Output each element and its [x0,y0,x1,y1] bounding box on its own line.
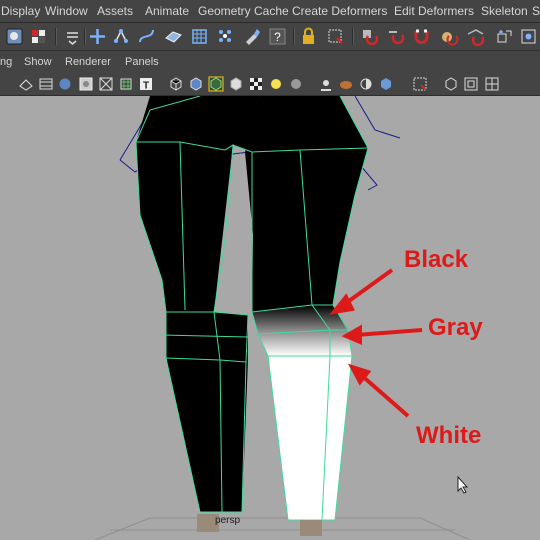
label-black: Black [404,246,469,273]
blue-cube-icon[interactable] [378,76,394,92]
wireframe-on-shaded-icon[interactable] [208,76,224,92]
left-leg-mesh [136,96,260,512]
frame-all-icon[interactable] [443,76,459,92]
menu-skeleton[interactable]: Skeleton [481,4,528,18]
half-shaded-icon[interactable] [358,76,374,92]
perspective-viewport[interactable]: Black Gray White persp [0,96,540,540]
menu-animate[interactable]: Animate [145,4,189,18]
frame-selected-icon[interactable] [463,76,479,92]
xray-icon[interactable] [98,76,114,92]
point-snap-icon[interactable] [215,26,236,47]
camera-attr-icon[interactable] [18,76,34,92]
menu-geometry-cache[interactable]: Geometry Cache [198,4,289,18]
menu-display[interactable]: Display [1,4,40,18]
wireframe-cube-icon[interactable] [168,76,184,92]
svg-text:?: ? [274,30,281,44]
menu-arrow-icon[interactable] [62,26,83,47]
menu-assets[interactable]: Assets [97,4,133,18]
shin-white-region [268,356,352,520]
layout-icon[interactable] [484,76,500,92]
curve-icon[interactable] [136,26,157,47]
menu-edit-deformers[interactable]: Edit Deformers [394,4,474,18]
render-icon[interactable] [325,26,346,47]
menu-create-deformers[interactable]: Create Deformers [292,4,387,18]
camera-name-label: persp [215,515,241,526]
resolution-gate-icon[interactable] [78,76,94,92]
snap-point-icon[interactable] [385,26,406,47]
panel-menu-panels[interactable]: Panels [125,56,159,68]
main-menubar: Display Window Assets Animate Geometry C… [0,0,540,23]
panel-menu-show[interactable]: Show [24,56,52,68]
move-icon[interactable] [87,26,108,47]
ground-grid [94,517,471,540]
help-icon[interactable]: ? [267,26,288,47]
menu-window[interactable]: Window [45,4,88,18]
text-icon[interactable]: T [138,76,154,92]
grid-display-icon[interactable] [118,76,134,92]
right-leg-mesh [245,96,368,330]
menu-skin[interactable]: S [532,4,540,18]
snap-curve-icon[interactable] [359,26,380,47]
snap-plane-icon[interactable] [465,26,486,47]
status-toolbar: ? [0,23,540,51]
ambient-occlusion-icon[interactable] [338,76,354,92]
panel-menubar: ng Show Renderer Panels [0,51,540,73]
surface-icon[interactable] [163,26,184,47]
panel-menu-renderer[interactable]: Renderer [65,56,111,68]
textured-cube-icon[interactable] [228,76,244,92]
select-tool-icon[interactable] [4,26,25,47]
checker-icon[interactable] [248,76,264,92]
constraint-icon[interactable] [518,26,539,47]
lasso-icon[interactable] [28,26,49,47]
isolate-select-icon[interactable] [412,76,428,92]
camera-view-icon[interactable] [318,76,334,92]
label-gray: Gray [428,314,483,341]
svg-text:T: T [143,81,149,92]
sphere-icon[interactable] [438,26,459,47]
panel-toolbar: T [0,73,540,96]
mouse-cursor-icon [457,476,469,494]
shadow-icon[interactable] [288,76,304,92]
grid-snap-icon[interactable] [189,26,210,47]
panel-menu-shading[interactable]: ng [0,56,12,68]
paint-icon[interactable] [242,26,263,47]
shaded-cube-icon[interactable] [188,76,204,92]
label-white: White [416,422,482,449]
camera-icon[interactable] [494,26,515,47]
sphere-shaded-icon[interactable] [57,76,73,92]
light-icon[interactable] [268,76,284,92]
lock-icon[interactable] [298,26,319,47]
film-icon[interactable] [38,76,54,92]
rotate-icon[interactable] [111,26,132,47]
magnet-icon[interactable] [411,26,432,47]
